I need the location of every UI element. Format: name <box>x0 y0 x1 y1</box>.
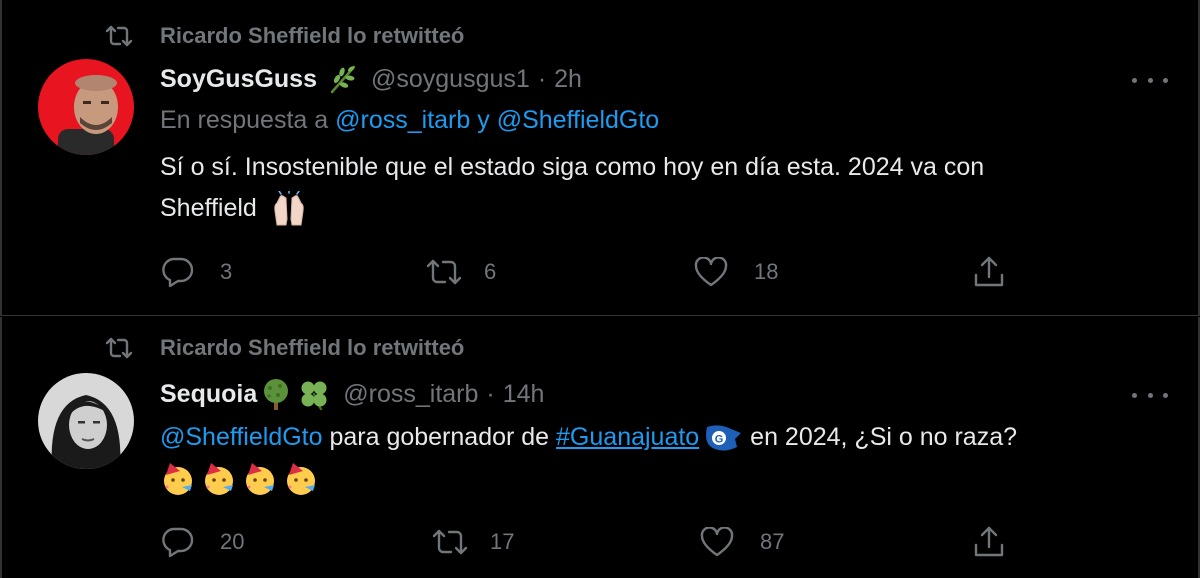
share-button[interactable] <box>972 254 1006 290</box>
reply-context: En respuesta a @ross_itarb y @SheffieldG… <box>160 106 659 135</box>
retweet-icon <box>104 24 134 48</box>
tweet-timestamp[interactable]: 14h <box>503 380 545 409</box>
tweet-text: Sí o sí. Insostenible que el estado siga… <box>160 147 1170 229</box>
reply-prefix: En respuesta a <box>160 106 329 134</box>
reply-count: 3 <box>220 259 233 284</box>
guanajuato-hashtag-icon: G <box>701 423 743 453</box>
action-bar: 3 6 18 <box>160 254 1020 290</box>
tweet-text-line-2 <box>160 458 1170 497</box>
reply-count: 20 <box>220 529 245 554</box>
tweet-1[interactable]: Ricardo Sheffield lo retwitteó SoyGusGus… <box>0 0 1200 316</box>
raising-hands-emoji <box>270 191 308 227</box>
herb-emoji <box>327 63 359 95</box>
retweet-context: Ricardo Sheffield lo retwitteó <box>104 21 464 51</box>
like-button[interactable]: 87 <box>700 524 784 560</box>
four-leaf-clover-emoji <box>297 377 331 411</box>
tweet-text-line-1: Sí o sí. Insostenible que el estado siga… <box>160 153 985 181</box>
heart-icon <box>694 257 728 287</box>
partying-face-emoji <box>201 461 237 497</box>
hashtag-link[interactable]: #Guanajuato <box>556 423 699 451</box>
share-button[interactable] <box>972 524 1006 560</box>
reply-button[interactable]: 20 <box>160 524 244 560</box>
tweet-header: SoyGusGuss @soygusgus1 · 2h <box>160 62 582 96</box>
like-count: 87 <box>760 529 785 554</box>
retweet-icon <box>432 527 468 557</box>
tweet-header: Sequoia @ross_itarb · 14h <box>160 377 544 411</box>
tweet-text-line-1: @SheffieldGto para gobernador de #Guanaj… <box>160 417 1170 458</box>
tweet-text-word: Sheffield <box>160 194 257 222</box>
retweet-icon <box>426 257 462 287</box>
tweet-text: @SheffieldGto para gobernador de #Guanaj… <box>160 417 1170 497</box>
retweeted-by-label[interactable]: Ricardo Sheffield lo retwitteó <box>160 23 464 49</box>
reply-mention-1[interactable]: @ross_itarb <box>335 106 470 134</box>
retweeted-by-label[interactable]: Ricardo Sheffield lo retwitteó <box>160 335 464 361</box>
tweet-timestamp[interactable]: 2h <box>554 65 582 94</box>
heart-icon <box>700 527 734 557</box>
retweet-context: Ricardo Sheffield lo retwitteó <box>104 333 464 363</box>
avatar[interactable] <box>38 373 134 469</box>
svg-text:G: G <box>715 434 724 446</box>
tweet-text-middle: para gobernador de <box>322 423 557 451</box>
like-button[interactable]: 18 <box>694 254 778 290</box>
retweet-count: 17 <box>490 529 515 554</box>
mention-link[interactable]: @SheffieldGto <box>160 423 323 451</box>
retweet-button[interactable]: 17 <box>432 524 514 560</box>
reply-icon <box>160 526 194 558</box>
more-options-icon[interactable] <box>1132 70 1168 90</box>
action-bar: 20 17 87 <box>160 524 1020 560</box>
partying-face-emoji <box>160 461 196 497</box>
retweet-icon <box>104 336 134 360</box>
tweet-text-end: en 2024, ¿Si o no raza? <box>743 423 1018 451</box>
separator-dot: · <box>486 379 495 408</box>
display-name[interactable]: SoyGusGuss <box>160 65 317 94</box>
tweet-text-line-2: Sheffield <box>160 188 1170 229</box>
partying-face-emoji <box>283 461 319 497</box>
separator-dot: · <box>537 64 547 93</box>
reply-mention-2[interactable]: @SheffieldGto <box>497 106 660 134</box>
deciduous-tree-emoji <box>259 377 293 411</box>
user-handle[interactable]: @soygusgus1 <box>371 65 530 94</box>
like-count: 18 <box>754 259 779 284</box>
tweet-2[interactable]: Ricardo Sheffield lo retwitteó Sequoia @… <box>0 317 1200 578</box>
user-handle[interactable]: @ross_itarb <box>343 380 478 409</box>
reply-icon <box>160 256 194 288</box>
retweet-count: 6 <box>484 259 497 284</box>
avatar[interactable] <box>38 59 134 155</box>
reply-button[interactable]: 3 <box>160 254 232 290</box>
share-icon <box>972 255 1006 289</box>
partying-face-emoji <box>242 461 278 497</box>
reply-and: y <box>477 106 490 134</box>
display-name[interactable]: Sequoia <box>160 380 257 409</box>
share-icon <box>972 525 1006 559</box>
more-options-icon[interactable] <box>1132 385 1168 405</box>
retweet-button[interactable]: 6 <box>426 254 496 290</box>
